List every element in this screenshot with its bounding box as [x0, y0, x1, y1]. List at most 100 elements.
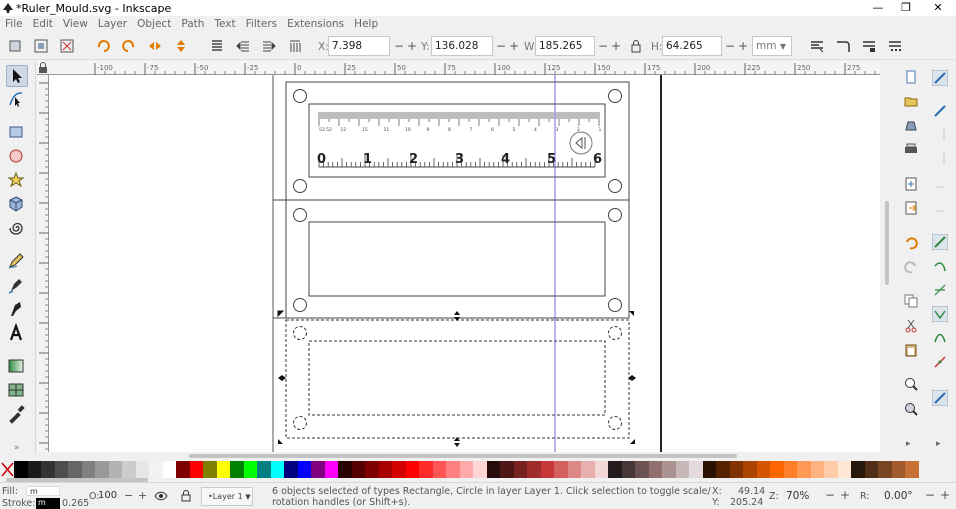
palette-swatch[interactable]	[54, 461, 68, 478]
zoom-selection-icon[interactable]	[904, 377, 918, 391]
x-decrement-button[interactable]: −	[394, 36, 404, 56]
palette-swatch[interactable]	[216, 461, 230, 478]
palette-swatch[interactable]	[648, 461, 662, 478]
pen-tool[interactable]	[6, 275, 28, 297]
new-document-icon[interactable]	[904, 70, 918, 84]
opacity-decrement-button[interactable]: −	[124, 489, 133, 502]
palette-swatch[interactable]	[662, 461, 676, 478]
ellipse-tool[interactable]	[6, 146, 28, 168]
height-field[interactable]: 64.265	[662, 36, 722, 56]
menu-help[interactable]: Help	[349, 16, 383, 32]
palette-swatch[interactable]	[122, 461, 136, 478]
snap-others-icon[interactable]	[932, 390, 948, 406]
save-icon[interactable]	[904, 118, 918, 132]
menu-view[interactable]: View	[58, 16, 93, 32]
palette-swatch[interactable]	[297, 461, 311, 478]
x-increment-button[interactable]: +	[407, 36, 417, 56]
redo-icon[interactable]	[904, 260, 918, 274]
lower-icon[interactable]	[262, 39, 276, 53]
scale-corners-icon[interactable]	[836, 39, 850, 53]
h-increment-button[interactable]: +	[738, 36, 748, 56]
zoom-out-button[interactable]: −	[825, 488, 835, 502]
opacity-field[interactable]: 100	[98, 487, 124, 505]
select-all-layers-icon[interactable]	[34, 39, 48, 53]
palette-swatch[interactable]	[743, 461, 757, 478]
pencil-tool[interactable]	[6, 251, 28, 273]
palette-swatch[interactable]	[716, 461, 730, 478]
select-all-icon[interactable]	[8, 39, 22, 53]
rotate-increment-button[interactable]: +	[940, 488, 950, 502]
calligraphy-tool[interactable]	[6, 299, 28, 321]
rotate-cw-icon[interactable]	[122, 39, 136, 53]
y-decrement-button[interactable]: −	[496, 36, 506, 56]
palette-swatch[interactable]	[446, 461, 460, 478]
palette-swatch[interactable]	[351, 461, 365, 478]
palette-swatch[interactable]	[797, 461, 811, 478]
lock-icon[interactable]	[629, 39, 643, 53]
deselect-icon[interactable]	[60, 39, 74, 53]
flip-horizontal-icon[interactable]	[148, 39, 162, 53]
palette-swatch[interactable]	[567, 461, 581, 478]
palette-swatch[interactable]	[594, 461, 608, 478]
palette-swatch[interactable]	[878, 461, 892, 478]
open-folder-icon[interactable]	[904, 94, 918, 108]
palette-swatch[interactable]	[135, 461, 149, 478]
palette-swatch[interactable]	[311, 461, 325, 478]
dropper-tool[interactable]	[6, 404, 28, 426]
stroke-width-value[interactable]: 0.265	[62, 498, 89, 509]
units-select[interactable]: mm ▼	[752, 36, 792, 56]
palette-swatch[interactable]	[243, 461, 257, 478]
palette-swatch[interactable]	[675, 461, 689, 478]
palette-swatch[interactable]	[270, 461, 284, 478]
w-decrement-button[interactable]: −	[598, 36, 608, 56]
vertical-scroll-thumb[interactable]	[885, 201, 889, 285]
transform-patterns-icon[interactable]	[888, 39, 902, 53]
lower-to-bottom-icon[interactable]	[288, 39, 302, 53]
y-field[interactable]: 136.028	[431, 36, 493, 56]
snap-bbox-edge-icon[interactable]	[932, 127, 948, 143]
snap-smooth-nodes-icon[interactable]	[932, 330, 948, 346]
snap-toggle-icon[interactable]	[932, 70, 948, 86]
cut-icon[interactable]	[904, 319, 918, 333]
spiral-tool[interactable]	[6, 218, 28, 240]
palette-swatch[interactable]	[419, 461, 433, 478]
palette-swatch[interactable]	[500, 461, 514, 478]
zoom-field[interactable]: 70%	[786, 487, 822, 505]
palette-swatch[interactable]	[513, 461, 527, 478]
3d-box-tool[interactable]	[6, 194, 28, 216]
palette-swatch[interactable]	[554, 461, 568, 478]
palette-swatch[interactable]	[27, 461, 41, 478]
snap-bbox-icon[interactable]	[932, 103, 948, 119]
width-field[interactable]: 185.265	[535, 36, 595, 56]
palette-swatch[interactable]	[81, 461, 95, 478]
palette-swatch[interactable]	[756, 461, 770, 478]
palette-swatch[interactable]	[108, 461, 122, 478]
vertical-ruler[interactable]	[37, 75, 49, 453]
menu-layer[interactable]: Layer	[93, 16, 132, 32]
palette-swatch[interactable]	[405, 461, 419, 478]
scale-stroke-icon[interactable]	[810, 39, 824, 53]
print-icon[interactable]	[904, 142, 918, 156]
lock-layer-icon[interactable]	[180, 489, 192, 503]
flip-vertical-icon[interactable]	[174, 39, 188, 53]
palette-swatch[interactable]	[284, 461, 298, 478]
eye-icon[interactable]	[154, 489, 168, 503]
palette-swatch[interactable]	[324, 461, 338, 478]
toolbox-more-icon[interactable]: »	[14, 443, 20, 453]
palette-swatch[interactable]	[432, 461, 446, 478]
palette-swatch[interactable]	[68, 461, 82, 478]
palette-swatch[interactable]	[230, 461, 244, 478]
rectangle-tool[interactable]	[6, 122, 28, 144]
palette-swatch[interactable]	[257, 461, 271, 478]
palette-swatch[interactable]	[891, 461, 905, 478]
w-increment-button[interactable]: +	[611, 36, 621, 56]
menu-extensions[interactable]: Extensions	[282, 16, 349, 32]
palette-swatch[interactable]	[608, 461, 622, 478]
close-button[interactable]: ✕	[924, 0, 952, 16]
menu-edit[interactable]: Edit	[28, 16, 58, 32]
commands-more-icon[interactable]: ▸	[906, 439, 911, 449]
raise-to-top-icon[interactable]	[210, 39, 224, 53]
rotate-ccw-icon[interactable]	[96, 39, 110, 53]
snap-paths-icon[interactable]	[932, 258, 948, 274]
palette-swatch[interactable]	[338, 461, 352, 478]
